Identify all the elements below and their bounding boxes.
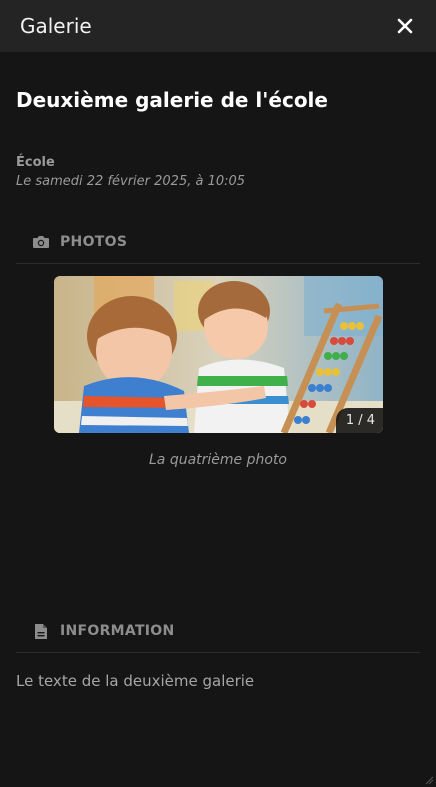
gallery-date: Le samedi 22 février 2025, à 10:05 [16,174,246,189]
photo-caption: La quatrième photo [149,452,287,468]
information-section-header: INFORMATION [16,622,420,653]
photos-section-header: PHOTOS [16,233,420,264]
photos-section: PHOTOS 1 / 4 La quatrième photo [16,233,420,468]
resize-handle-icon[interactable] [424,775,434,785]
close-button[interactable] [394,15,416,37]
information-section: INFORMATION Le texte de la deuxième gale… [16,622,420,690]
photos-section-label: PHOTOS [60,234,128,250]
photo-counter: 1 / 4 [335,408,383,433]
camera-icon [32,233,50,251]
titlebar: Galerie [0,0,436,52]
gallery-category: École [16,155,55,170]
window-title: Galerie [20,14,92,38]
document-icon [32,622,50,640]
photo-image [54,276,383,433]
gallery-content: Deuxième galerie de l'école École Le sam… [0,88,436,690]
gallery-title: Deuxième galerie de l'école [16,88,328,112]
gallery-photo[interactable]: 1 / 4 [54,276,383,433]
gallery-window: Galerie Deuxième galerie de l'école Écol… [0,0,436,787]
information-text: Le texte de la deuxième galerie [16,672,255,690]
close-icon [397,18,413,34]
information-section-label: INFORMATION [60,623,175,639]
